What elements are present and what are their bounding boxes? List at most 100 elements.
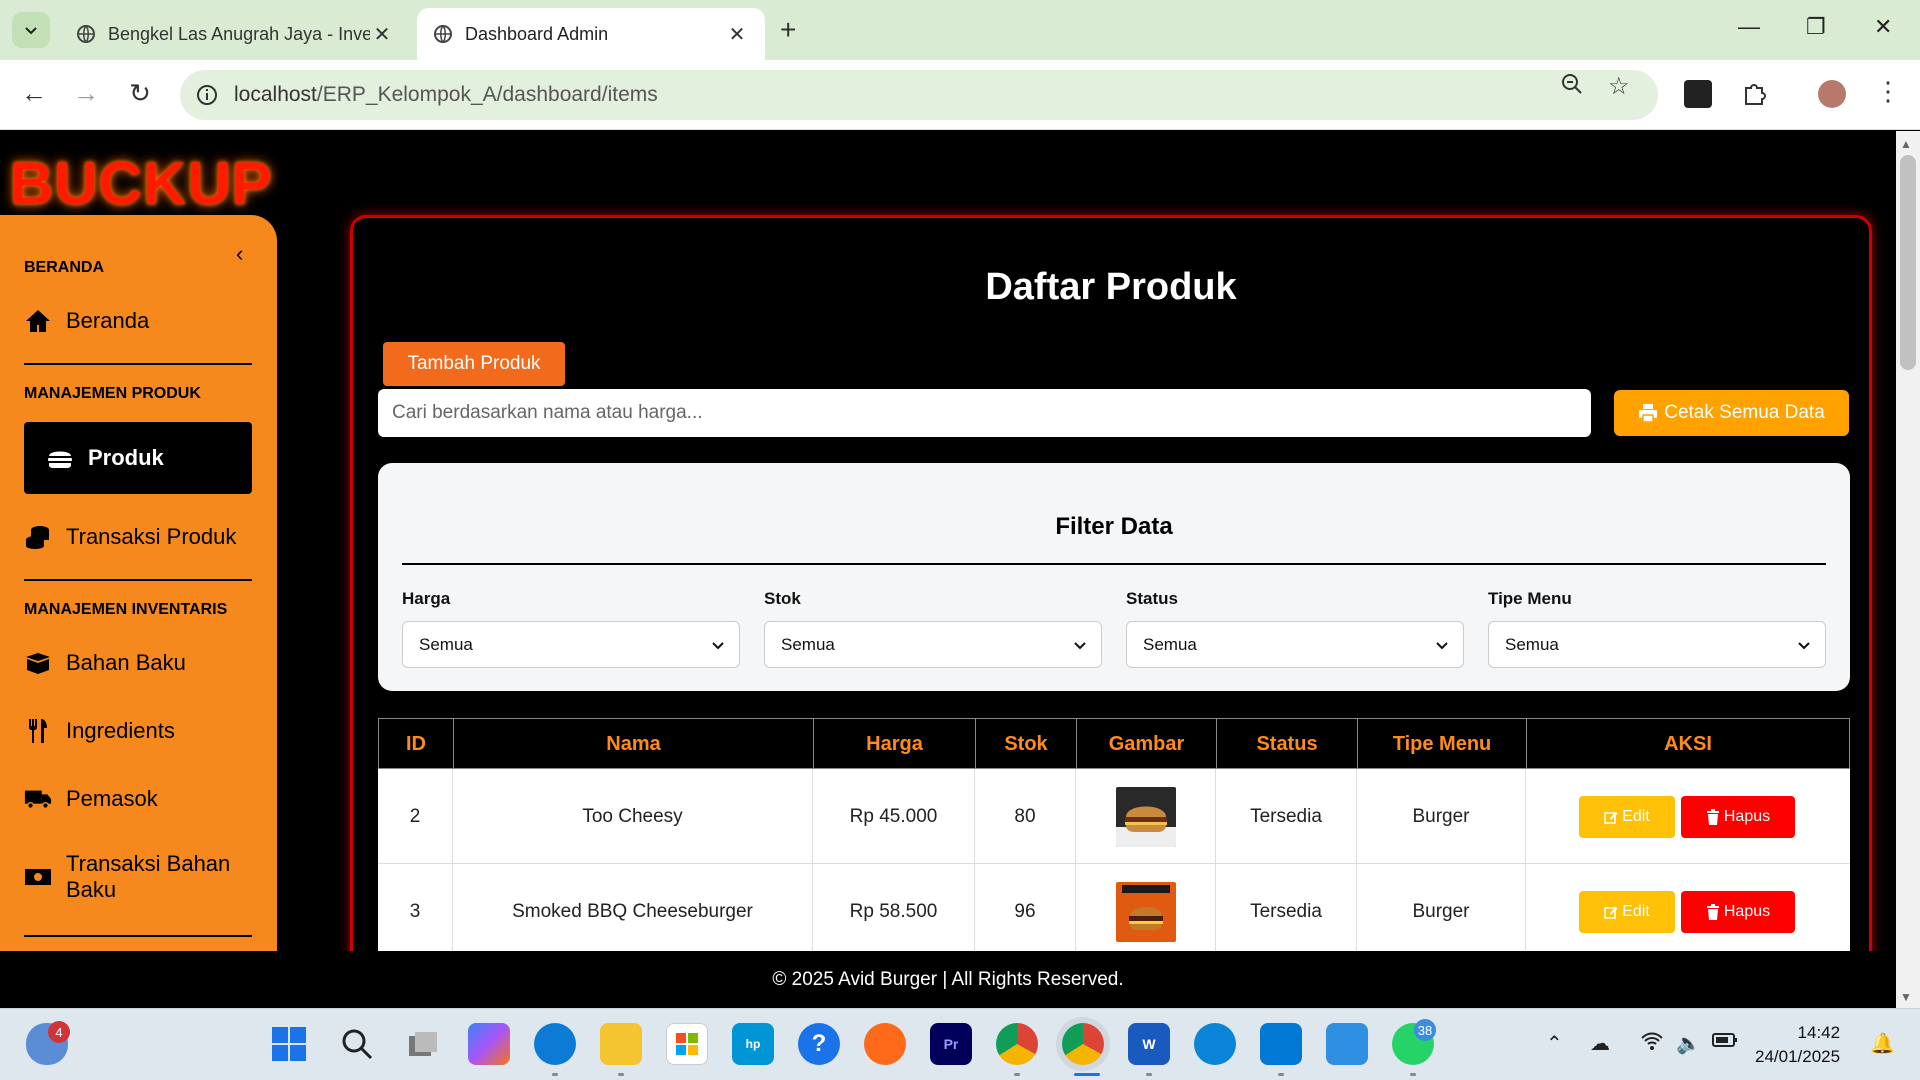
sidebar-item-ingredients[interactable]: Ingredients xyxy=(24,711,252,751)
column-header: Nama xyxy=(454,719,814,770)
sidebar-collapse-icon[interactable]: ‹ xyxy=(236,241,243,267)
profile-avatar[interactable] xyxy=(1818,80,1846,108)
copilot-icon[interactable] xyxy=(468,1023,510,1065)
wifi-icon[interactable] xyxy=(1640,1031,1664,1057)
delete-button[interactable]: Hapus xyxy=(1681,795,1795,838)
cell-tipe-menu: Burger xyxy=(1357,864,1526,959)
table-row: 3 Smoked BBQ Cheeseburger Rp 58.500 96 T… xyxy=(378,864,1850,959)
trash-icon xyxy=(1706,903,1719,920)
filter-select-status[interactable]: Semua xyxy=(1126,621,1464,668)
microsoft-store-icon[interactable] xyxy=(666,1023,708,1065)
sidebar-item-pemasok[interactable]: Pemasok xyxy=(24,779,252,819)
edit-button[interactable]: Edit xyxy=(1579,890,1675,933)
cell-gambar xyxy=(1076,864,1216,959)
scrollbar-thumb[interactable] xyxy=(1900,155,1916,370)
edit-button[interactable]: Edit xyxy=(1579,795,1675,838)
scroll-down-icon[interactable]: ▼ xyxy=(1900,990,1912,1004)
menu-kebab-icon[interactable]: ⋮ xyxy=(1872,76,1904,107)
address-bar[interactable]: localhost/ERP_Kelompok_A/dashboard/items xyxy=(180,70,1658,120)
tab-title: Bengkel Las Anugrah Jaya - Inve xyxy=(108,23,370,44)
chrome-active-icon[interactable] xyxy=(1062,1023,1104,1065)
task-view-icon[interactable] xyxy=(402,1023,444,1065)
taskbar-clock[interactable]: 14:42 24/01/2025 xyxy=(1755,1021,1840,1069)
chrome-icon[interactable] xyxy=(996,1023,1038,1065)
globe-icon xyxy=(434,25,452,43)
start-windows-icon[interactable] xyxy=(268,1023,310,1065)
search-input[interactable]: Cari berdasarkan nama atau harga... xyxy=(378,389,1591,437)
bookmark-star-icon[interactable]: ☆ xyxy=(1608,72,1630,101)
cell-harga: Rp 45.000 xyxy=(813,769,975,864)
file-explorer-icon[interactable] xyxy=(600,1023,642,1065)
app-blue-icon[interactable] xyxy=(1194,1023,1236,1065)
tab-search-button[interactable] xyxy=(12,12,50,48)
site-info-icon[interactable] xyxy=(196,84,218,106)
column-header: ID xyxy=(379,719,454,770)
home-icon xyxy=(24,307,52,335)
sidebar-item-label: Transaksi Bahan Baku xyxy=(66,851,231,902)
word-icon[interactable]: W xyxy=(1128,1023,1170,1065)
sidebar-item-label: Ingredients xyxy=(66,718,175,743)
add-product-button[interactable]: Tambah Produk xyxy=(383,342,565,386)
app-running-indicator xyxy=(1014,1073,1020,1076)
filter-select-stok[interactable]: Semua xyxy=(764,621,1102,668)
zoom-icon[interactable] xyxy=(1560,72,1584,103)
onedrive-icon[interactable]: ☁ xyxy=(1590,1031,1610,1056)
edit-label: Edit xyxy=(1622,807,1650,825)
sidebar-divider xyxy=(24,363,252,365)
volume-icon[interactable]: 🔈 xyxy=(1676,1031,1701,1056)
product-thumbnail xyxy=(1115,881,1176,942)
help-icon[interactable]: ? xyxy=(798,1023,840,1065)
photos-icon[interactable] xyxy=(1326,1023,1368,1065)
page-viewport: BUCKUP ‹ BERANDA Beranda MANAJEMEN PRODU… xyxy=(0,131,1896,1008)
restore-icon[interactable]: ❐ xyxy=(1806,14,1826,40)
globe-icon xyxy=(77,25,95,43)
minimize-icon[interactable]: — xyxy=(1738,14,1760,40)
close-tab-icon[interactable]: ✕ xyxy=(370,22,394,47)
myhp-icon[interactable]: hp xyxy=(732,1023,774,1065)
battery-icon[interactable] xyxy=(1712,1031,1738,1054)
chevron-down-icon xyxy=(1074,641,1086,649)
sidebar-item-label: Bahan Baku xyxy=(66,650,186,675)
print-all-button[interactable]: Cetak Semua Data xyxy=(1614,390,1849,436)
filter-title: Filter Data xyxy=(1055,513,1173,540)
chevron-down-icon xyxy=(25,27,37,35)
truck-icon xyxy=(24,785,52,813)
sidebar-item-label: Produk xyxy=(88,445,164,470)
coins-icon xyxy=(24,523,52,551)
scroll-up-icon[interactable]: ▲ xyxy=(1900,137,1912,151)
delete-button[interactable]: Hapus xyxy=(1681,890,1795,933)
chevron-down-icon xyxy=(712,641,724,649)
weather-badge: 4 xyxy=(48,1021,70,1043)
reload-icon[interactable]: ↻ xyxy=(124,78,156,109)
filter-select-tipe-menu[interactable]: Semua xyxy=(1488,621,1826,668)
vscode-icon[interactable] xyxy=(1260,1023,1302,1065)
whatsapp-badge: 38 xyxy=(1414,1019,1436,1041)
sidebar-item-beranda[interactable]: Beranda xyxy=(24,301,252,341)
close-window-icon[interactable]: ✕ xyxy=(1874,14,1892,40)
extensions-puzzle-icon[interactable] xyxy=(1740,80,1768,108)
forward-icon[interactable]: → xyxy=(70,78,102,109)
sidebar-item-transaksi-bahan-baku[interactable]: Transaksi Bahan Baku xyxy=(24,849,252,905)
sidebar-item-bahan-baku[interactable]: Bahan Baku xyxy=(24,643,252,683)
sidebar-item-transaksi-produk[interactable]: Transaksi Produk xyxy=(24,517,252,557)
search-icon[interactable] xyxy=(336,1023,378,1065)
firefox-icon[interactable] xyxy=(864,1023,906,1065)
notification-bell-icon[interactable]: 🔔 xyxy=(1870,1031,1895,1056)
browser-tab-inactive[interactable]: Bengkel Las Anugrah Jaya - Inve ✕ xyxy=(60,8,410,60)
extension-icon[interactable] xyxy=(1684,80,1712,108)
cell-tipe-menu: Burger xyxy=(1357,769,1526,864)
filter-group-tipe-menu: Tipe Menu Semua xyxy=(1488,589,1826,668)
app-active-indicator xyxy=(1074,1073,1100,1076)
back-icon[interactable]: ← xyxy=(18,78,50,109)
cell-gambar xyxy=(1076,769,1216,864)
premiere-pro-icon[interactable]: Pr xyxy=(930,1023,972,1065)
filter-select-harga[interactable]: Semua xyxy=(402,621,740,668)
new-tab-icon[interactable]: + xyxy=(780,14,796,46)
tray-overflow-icon[interactable]: ⌃ xyxy=(1546,1031,1563,1056)
cell-status: Tersedia xyxy=(1216,864,1357,959)
browser-tab-active[interactable]: Dashboard Admin ✕ xyxy=(417,8,765,60)
cell-nama: Too Cheesy xyxy=(453,769,813,864)
sidebar-item-produk[interactable]: Produk xyxy=(24,422,252,494)
edge-browser-icon[interactable] xyxy=(534,1023,576,1065)
close-tab-icon[interactable]: ✕ xyxy=(725,22,749,47)
